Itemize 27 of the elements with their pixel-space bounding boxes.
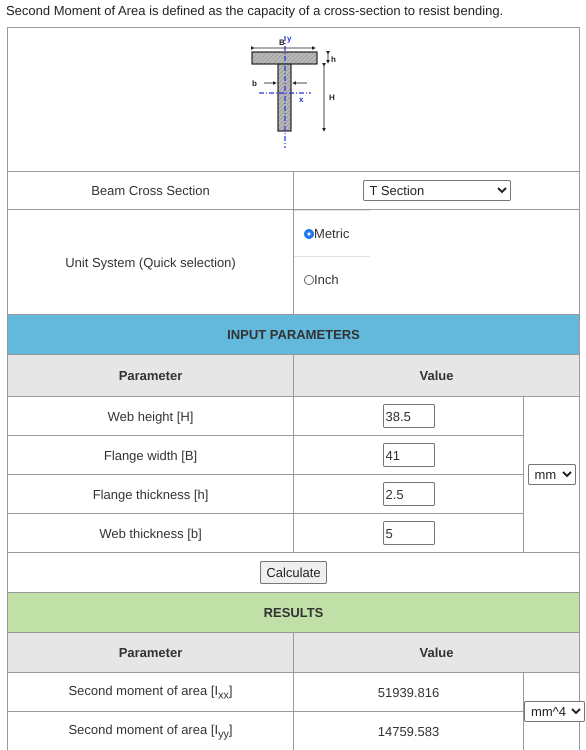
unit-radio[interactable]: Inch (304, 272, 339, 287)
section-title: INPUT PARAMETERS (227, 327, 360, 342)
column-header: Parameter (118, 645, 182, 660)
value-input[interactable]: 5 (382, 521, 434, 545)
intro-text: Second Moment of Area is defined as the capacity of a cross-section to resist bending. (5, 2, 504, 20)
column-header: Value (420, 368, 454, 383)
parameter-name: Flange thickness [h] (92, 486, 208, 502)
unit-system-label: Unit System (Quick selection) (65, 254, 236, 270)
cross-section-dropdown[interactable]: T Section (362, 180, 510, 201)
parameter-name: Web thickness [b] (99, 526, 202, 540)
t-section-drawing: B y h b x H (248, 32, 338, 162)
value-input[interactable]: 38.5 (382, 404, 434, 428)
column-header: Parameter (118, 368, 182, 383)
result-value: 14759.583 (378, 724, 440, 738)
column-header: Value (420, 645, 454, 660)
value-input[interactable]: 41 (382, 443, 434, 467)
section-title: RESULTS (264, 605, 324, 620)
unit-radio[interactable]: Metric (304, 226, 350, 241)
cross-section-label: Beam Cross Section (91, 183, 210, 198)
calculate-button[interactable]: Calculate (260, 561, 327, 584)
result-name: Second moment of area [I$_{xx}$] (68, 682, 233, 698)
result-value: 51939.816 (378, 684, 440, 700)
parameter-name: Web height [H] (108, 408, 194, 424)
unit-dropdown[interactable]: mm^4 (524, 701, 585, 722)
unit-dropdown[interactable]: mm (528, 464, 576, 485)
parameter-name: Flange width [B] (104, 448, 198, 462)
value-input[interactable]: 2.5 (382, 482, 434, 506)
